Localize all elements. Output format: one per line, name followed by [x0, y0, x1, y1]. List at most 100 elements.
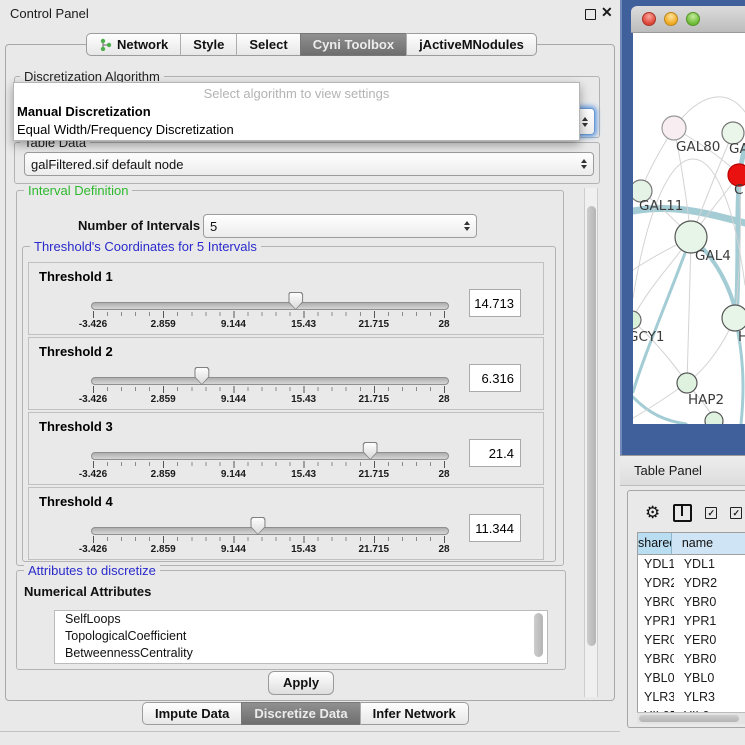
combo-arrows-icon [582, 117, 588, 127]
tick-label: 28 [438, 394, 449, 405]
slider-track[interactable] [91, 452, 449, 460]
table-cell: YBR043C [638, 593, 674, 612]
tick-label: 28 [438, 544, 449, 555]
network-canvas[interactable]: GAL80GACGAL11GAL4GCY1HHAP2 [633, 33, 745, 424]
node-table[interactable]: shared…name YDL19…YDL1YDR27…YDR2YBR043CY… [637, 532, 745, 714]
number-of-intervals-value: 5 [210, 219, 460, 234]
network-node[interactable] [662, 116, 686, 140]
network-edge[interactable] [687, 237, 691, 383]
numerical-attributes-list[interactable]: SelfLoopsTopologicalCoefficientBetweenne… [54, 610, 548, 664]
tick-label: 15.43 [291, 544, 316, 555]
minimize-traffic-light-icon[interactable] [664, 12, 678, 26]
slider-handle[interactable] [363, 442, 378, 460]
table-header-row: shared…name [638, 533, 745, 555]
tick-label: 9.144 [221, 394, 246, 405]
number-of-intervals-label: Number of Intervals [78, 218, 200, 233]
tab-infer-network[interactable]: Infer Network [360, 702, 469, 725]
attributes-group-title: Attributes to discretize [24, 564, 160, 577]
popup-option-equal-width-frequency-discretization[interactable]: Equal Width/Frequency Discretization [14, 121, 579, 139]
tab-network[interactable]: Network [86, 33, 180, 56]
attribute-list-item[interactable]: SelfLoops [55, 611, 547, 628]
tick-label: -3.426 [79, 394, 107, 405]
tick-label: 2.859 [151, 319, 176, 330]
threshold-value-input[interactable]: 11.344 [469, 514, 521, 542]
tab-discretize-data[interactable]: Discretize Data [241, 702, 359, 725]
tab-impute-data[interactable]: Impute Data [142, 702, 241, 725]
apply-button[interactable]: Apply [268, 671, 334, 695]
column-header-shared-[interactable]: shared… [638, 533, 672, 555]
tab-label: Network [117, 34, 168, 55]
slider-handle[interactable] [250, 517, 265, 535]
settings-gear-icon[interactable]: ⚙ [645, 503, 660, 523]
network-node[interactable] [677, 373, 697, 393]
table-row[interactable]: YER054CYER0 [638, 631, 745, 650]
numerical-attributes-label: Numerical Attributes [24, 584, 151, 599]
node-label-ga: GA [729, 141, 745, 157]
tab-label: Style [193, 34, 224, 55]
node-label-gal80: GAL80 [676, 139, 720, 155]
slider-handle[interactable] [194, 367, 209, 385]
popup-option-manual-discretization[interactable]: Manual Discretization [14, 103, 579, 121]
node-label-c: C [734, 182, 743, 198]
tick-label: -3.426 [79, 319, 107, 330]
number-of-intervals-combo[interactable]: 5 [203, 214, 477, 238]
table-row[interactable]: YDR27…YDR2 [638, 574, 745, 593]
network-node[interactable] [633, 311, 641, 329]
network-node[interactable] [705, 412, 723, 424]
table-cell: YLR345W [638, 688, 674, 707]
vertical-scrollbar[interactable] [584, 188, 598, 697]
table-panel-title: Table Panel [634, 463, 702, 478]
table-data-combo[interactable]: galFiltered.sif default node [24, 152, 594, 176]
table-row[interactable]: YPR145WYPR1 [638, 612, 745, 631]
slider-track[interactable] [91, 302, 449, 310]
horizontal-scrollbar[interactable] [637, 712, 745, 724]
table-row[interactable]: YBR045CYBR0 [638, 650, 745, 669]
threshold-value-input[interactable]: 6.316 [469, 364, 521, 392]
slider-track[interactable] [91, 377, 449, 385]
table-row[interactable]: YLR345WYLR3 [638, 688, 745, 707]
float-window-icon[interactable] [585, 9, 596, 20]
attribute-list-item[interactable]: TopologicalCoefficient [55, 628, 547, 645]
table-cell: YPR145W [638, 612, 674, 631]
table-cell: YER054C [638, 631, 674, 650]
network-node[interactable] [722, 305, 745, 331]
column-checkbox-icon[interactable]: ✓ [730, 507, 742, 519]
zoom-traffic-light-icon[interactable] [686, 12, 700, 26]
table-cell: YBL079W [638, 669, 674, 688]
threshold-panel: Threshold 3 -3.4262.8599.14415.4321.7152… [28, 412, 544, 485]
node-label-gcy1: GCY1 [633, 329, 665, 345]
tab-cyni-toolbox[interactable]: Cyni Toolbox [300, 33, 406, 56]
network-edge[interactable] [633, 237, 691, 392]
attributes-scrollbar-thumb[interactable] [534, 613, 543, 657]
slider-major-ticks [93, 536, 446, 543]
split-columns-icon[interactable] [673, 504, 692, 522]
table-data-combo-value: galFiltered.sif default node [31, 157, 577, 172]
node-label-gal4: GAL4 [695, 248, 731, 264]
attribute-list-item[interactable]: BetweennessCentrality [55, 645, 547, 662]
slider-handle[interactable] [288, 292, 303, 310]
table-row[interactable]: YBL079WYBL0 [638, 669, 745, 688]
tab-jactivemnodules[interactable]: jActiveMNodules [406, 33, 537, 56]
tick-label: 15.43 [291, 394, 316, 405]
table-cell: YPR1 [674, 612, 745, 631]
close-traffic-light-icon[interactable] [642, 12, 656, 26]
table-cell: YBR045C [638, 650, 674, 669]
table-row[interactable]: YBR043CYBR0 [638, 593, 745, 612]
network-window-titlebar[interactable] [631, 6, 745, 33]
vertical-scrollbar-thumb[interactable] [587, 206, 596, 646]
tick-label: 2.859 [151, 544, 176, 555]
table-panel-toolbar: ⚙ ✓ ✓ [645, 500, 745, 526]
close-icon[interactable]: ✕ [601, 4, 613, 21]
threshold-value-input[interactable]: 14.713 [469, 289, 521, 317]
table-row[interactable]: YDL19…YDL1 [638, 555, 745, 574]
slider-track[interactable] [91, 527, 449, 535]
tab-label: Cyni Toolbox [313, 34, 394, 55]
tick-label: 15.43 [291, 469, 316, 480]
tab-style[interactable]: Style [180, 33, 236, 56]
threshold-value-input[interactable]: 21.4 [469, 439, 521, 467]
column-header-name[interactable]: name [672, 533, 745, 555]
node-label-h: H [738, 329, 745, 345]
tab-select[interactable]: Select [236, 33, 299, 56]
horizontal-scrollbar-thumb[interactable] [639, 715, 739, 722]
column-checkbox-icon[interactable]: ✓ [705, 507, 717, 519]
